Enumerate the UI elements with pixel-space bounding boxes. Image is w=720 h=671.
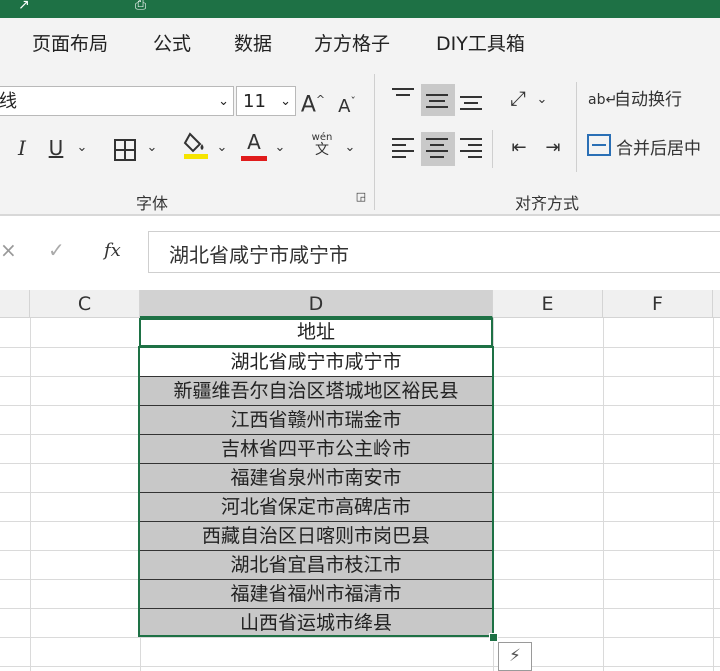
grid-line xyxy=(30,318,31,671)
tab-fangfanggezi[interactable]: 方方格子 xyxy=(314,29,390,56)
chevron-down-icon: ⌄ xyxy=(218,94,229,109)
increase-indent-icon[interactable]: ⇥ xyxy=(540,134,566,162)
selection-range[interactable] xyxy=(138,346,494,637)
font-size-value: 11 xyxy=(243,91,266,112)
italic-button[interactable]: I xyxy=(10,134,34,162)
tab-diy-toolbox[interactable]: DIY工具箱 xyxy=(436,29,525,56)
group-divider xyxy=(374,74,375,210)
quick-access-icon[interactable]: ⎙ xyxy=(135,0,146,12)
insert-function-button[interactable]: fx xyxy=(104,240,121,261)
grow-font-icon: A xyxy=(300,92,316,118)
grid-line xyxy=(0,666,720,667)
align-top-icon[interactable] xyxy=(392,88,418,110)
wrap-text-button[interactable]: 自动换行 xyxy=(614,86,694,114)
cancel-icon[interactable]: × xyxy=(0,238,17,262)
tab-formulas[interactable]: 公式 xyxy=(153,29,191,56)
orientation-icon[interactable]: ⤢ xyxy=(504,84,532,112)
merge-center-button[interactable]: 合并后居中 xyxy=(616,135,716,163)
phonetic-guide-button[interactable]: wén 文 xyxy=(306,132,338,158)
tab-data[interactable]: 数据 xyxy=(234,29,272,56)
chevron-down-icon: ⌄ xyxy=(280,94,291,109)
grid-line xyxy=(0,637,720,638)
font-name-select[interactable]: 线 ⌄ xyxy=(0,86,234,116)
align-left-icon[interactable] xyxy=(392,138,418,160)
align-center-button[interactable] xyxy=(421,132,455,166)
align-middle-button[interactable] xyxy=(421,84,455,116)
column-header-c[interactable]: C xyxy=(30,290,140,318)
increase-font-size-button[interactable]: A^ xyxy=(300,86,326,119)
font-color-icon: A xyxy=(247,130,261,154)
group-divider xyxy=(492,130,493,168)
undo-icon[interactable]: ↗ xyxy=(18,0,30,12)
chevron-down-icon[interactable]: ⌄ xyxy=(144,134,160,162)
column-headers: C D E F xyxy=(0,290,720,318)
font-name-value: 线 xyxy=(0,91,17,112)
ribbon: 线 ⌄ 11 ⌄ A^ Aˇ I U ⌄ ⌄ ⌄ A ⌄ wén 文 ⌄ 字体 … xyxy=(0,66,720,216)
fill-handle[interactable] xyxy=(489,633,498,642)
tab-page-layout[interactable]: 页面布局 xyxy=(32,29,108,56)
quick-analysis-icon[interactable]: ⚡ xyxy=(498,642,532,671)
group-divider xyxy=(576,82,577,172)
chevron-down-icon[interactable]: ⌄ xyxy=(342,134,358,162)
grid-line xyxy=(713,318,714,671)
ribbon-tabs: 页面布局 公式 数据 方方格子 DIY工具箱 xyxy=(0,18,720,66)
chevron-down-icon[interactable]: ⌄ xyxy=(214,134,230,162)
formula-input[interactable]: 湖北省咸宁市咸宁市 xyxy=(148,231,720,273)
chevron-down-icon[interactable]: ⌄ xyxy=(534,86,550,114)
column-header-f[interactable]: F xyxy=(603,290,713,318)
wrap-text-icon[interactable]: ab↵ xyxy=(588,86,617,114)
formula-content: 湖北省咸宁市咸宁市 xyxy=(169,243,349,267)
column-header-e[interactable]: E xyxy=(493,290,603,318)
alignment-group-label: 对齐方式 xyxy=(515,194,580,213)
decrease-indent-icon[interactable]: ⇤ xyxy=(506,134,532,162)
enter-icon[interactable]: ✓ xyxy=(48,238,65,262)
formula-bar: × ✓ fx 湖北省咸宁市咸宁市 xyxy=(0,216,720,290)
align-middle-icon xyxy=(426,90,452,112)
column-header-d[interactable]: D xyxy=(140,290,493,318)
title-bar: ↗ ⎙ xyxy=(0,0,720,18)
grid-line xyxy=(603,318,604,671)
underline-button[interactable]: U xyxy=(44,134,68,162)
font-color-button[interactable]: A xyxy=(240,128,268,161)
font-group-label: 字体 xyxy=(136,194,169,213)
phonetic-bottom-text: 文 xyxy=(315,142,329,158)
merge-center-icon[interactable] xyxy=(586,134,612,163)
borders-icon[interactable] xyxy=(112,134,138,162)
chevron-down-icon[interactable]: ⌄ xyxy=(74,134,90,162)
font-size-select[interactable]: 11 ⌄ xyxy=(236,86,296,116)
align-bottom-icon[interactable] xyxy=(460,90,486,112)
decrease-font-size-button[interactable]: Aˇ xyxy=(334,88,360,121)
align-right-icon[interactable] xyxy=(460,138,486,160)
chevron-down-icon[interactable]: ⌄ xyxy=(272,134,288,162)
align-center-icon xyxy=(426,138,452,160)
header-cell[interactable]: 地址 xyxy=(139,318,493,347)
column-header-b[interactable] xyxy=(0,290,30,318)
dialog-launcher-icon[interactable]: ◲ xyxy=(354,190,368,204)
shrink-font-icon: A xyxy=(338,96,351,117)
fill-color-icon[interactable] xyxy=(182,130,210,167)
